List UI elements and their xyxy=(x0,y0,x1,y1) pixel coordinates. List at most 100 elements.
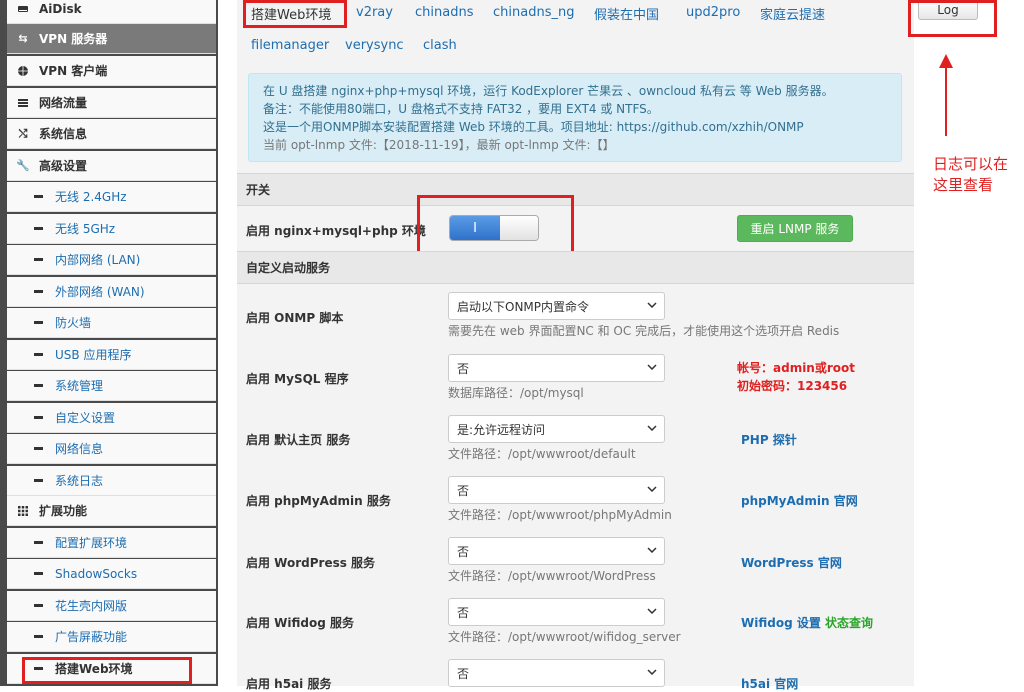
lnmp-toggle[interactable]: I xyxy=(449,215,539,241)
sidebar-item-usb[interactable]: USB 应用程序 xyxy=(7,340,216,370)
tab-verysync[interactable]: verysync xyxy=(345,38,404,53)
sidebar-item-netinfo[interactable]: 网络信息 xyxy=(7,434,216,464)
mysql-password-text: 初始密码：123456 xyxy=(737,379,848,393)
sidebar-item-label: 内部网络 (LAN) xyxy=(55,253,141,267)
sidebar-item-syslog[interactable]: 系统日志 xyxy=(7,466,216,496)
dash-icon xyxy=(34,479,43,482)
log-annotation-line2: 这里查看 xyxy=(933,176,994,194)
restart-lnmp-button[interactable]: 重启 LNMP 服务 xyxy=(737,215,853,242)
sidebar-item-web-env[interactable]: 搭建Web环境 xyxy=(7,654,216,684)
default-home-help: 文件路径：/opt/wwwroot/default xyxy=(448,447,636,461)
tab-home-cloud[interactable]: 家庭云提速 xyxy=(760,4,825,23)
sidebar-item-label: 花生壳内网版 xyxy=(55,599,128,613)
mysql-account-text: 帐号：admin或root xyxy=(737,361,855,375)
dash-icon xyxy=(34,195,43,198)
dash-icon xyxy=(34,353,43,356)
sidebar: AiDisk ⇆ VPN 服务器 VPN 客户端 网络流量 ⤭ 系统信息 🔧 高… xyxy=(0,0,218,686)
main-panel: 搭建Web环境 v2ray chinadns chinadns_ng 假装在中国… xyxy=(237,0,914,691)
dash-icon xyxy=(34,667,43,670)
phpmyadmin-label: 启用 phpMyAdmin 服务 xyxy=(246,494,391,508)
section-custom-header: 自定义启动服务 xyxy=(237,251,914,284)
sidebar-item-wifi-24[interactable]: 无线 2.4GHz xyxy=(7,182,216,212)
sidebar-item-wan[interactable]: 外部网络 (WAN) xyxy=(7,277,216,307)
php-probe-link[interactable]: PHP 探针 xyxy=(741,431,797,448)
sidebar-item-ext-env[interactable]: 配置扩展环境 xyxy=(7,528,216,558)
tab-v2ray[interactable]: v2ray xyxy=(356,5,393,20)
tab-web-env[interactable]: 搭建Web环境 xyxy=(251,4,331,23)
chevron-down-icon xyxy=(646,422,658,434)
sidebar-item-system-info[interactable]: ⤭ 系统信息 xyxy=(7,119,216,149)
sidebar-item-lan[interactable]: 内部网络 (LAN) xyxy=(7,245,216,275)
sidebar-item-label: 配置扩展环境 xyxy=(55,536,128,550)
h5ai-site-link[interactable]: h5ai 官网 xyxy=(741,675,798,692)
sidebar-item-label: 扩展功能 xyxy=(39,504,88,518)
h5ai-label: 启用 h5ai 服务 xyxy=(246,677,332,691)
swap-arrows-icon: ⇆ xyxy=(18,32,28,45)
dash-icon xyxy=(34,321,43,324)
sidebar-item-custom[interactable]: 自定义设置 xyxy=(7,403,216,433)
wordpress-site-link[interactable]: WordPress 官网 xyxy=(741,554,842,571)
sidebar-item-label: 防火墙 xyxy=(55,316,92,330)
sidebar-item-traffic[interactable]: 网络流量 xyxy=(7,88,216,118)
select-value: 否 xyxy=(457,483,470,498)
sidebar-item-admin[interactable]: 系统管理 xyxy=(7,371,216,401)
info-line-project: 这是一个用ONMP脚本安装配置搭建 Web 环境的工具。项目地址: https:… xyxy=(263,120,804,134)
toggle-knob[interactable] xyxy=(500,216,538,240)
log-annotation: 日志可以在 这里查看 xyxy=(933,154,1008,196)
tab-upd2pro[interactable]: upd2pro xyxy=(686,5,740,20)
tab-filemanager[interactable]: filemanager xyxy=(251,38,329,53)
sidebar-item-label: VPN 客户端 xyxy=(39,64,108,78)
tab-clash[interactable]: clash xyxy=(423,38,457,53)
wordpress-label: 启用 WordPress 服务 xyxy=(246,556,376,570)
sidebar-item-vpn-server[interactable]: ⇆ VPN 服务器 xyxy=(7,24,216,54)
mysql-select[interactable]: 否 xyxy=(448,354,665,382)
log-annotation-line1: 日志可以在 xyxy=(933,155,1009,173)
wifidog-settings-link[interactable]: Wifidog 设置 xyxy=(741,616,821,630)
chevron-down-icon xyxy=(646,605,658,617)
tab-chinadns-ng[interactable]: chinadns_ng xyxy=(493,5,574,20)
sidebar-item-extensions[interactable]: 扩展功能 xyxy=(7,496,216,526)
wrench-icon: 🔧 xyxy=(16,159,30,172)
lnmp-enable-label: 启用 nginx+mysql+php 环境 xyxy=(246,224,426,238)
log-button[interactable]: Log xyxy=(918,0,978,20)
dash-icon xyxy=(34,635,43,638)
dash-icon xyxy=(34,290,43,293)
dash-icon xyxy=(34,227,43,230)
sidebar-item-label: 无线 2.4GHz xyxy=(55,190,127,204)
dash-icon xyxy=(34,604,43,607)
sidebar-item-firewall[interactable]: 防火墙 xyxy=(7,308,216,338)
sidebar-item-label: VPN 服务器 xyxy=(39,32,108,46)
sidebar-item-vpn-client[interactable]: VPN 客户端 xyxy=(7,56,216,86)
sidebar-item-label: 网络流量 xyxy=(39,96,88,110)
wifidog-status-link[interactable]: 状态查询 xyxy=(825,616,873,630)
select-value: 否 xyxy=(457,666,470,681)
select-value: 否 xyxy=(457,361,470,376)
phpmyadmin-help: 文件路径：/opt/wwwroot/phpMyAdmin xyxy=(448,508,672,522)
sidebar-item-shadowsocks[interactable]: ShadowSocks xyxy=(7,559,216,589)
tab-pretend-china[interactable]: 假装在中国 xyxy=(594,4,659,23)
dash-icon xyxy=(34,416,43,419)
tab-chinadns[interactable]: chinadns xyxy=(415,5,473,20)
list-icon xyxy=(16,96,30,110)
sidebar-item-aidisk[interactable]: AiDisk xyxy=(7,0,216,24)
sidebar-item-oray[interactable]: 花生壳内网版 xyxy=(7,591,216,621)
phpmyadmin-site-link[interactable]: phpMyAdmin 官网 xyxy=(741,492,858,509)
wifidog-label: 启用 Wifidog 服务 xyxy=(246,616,355,630)
wifidog-select[interactable]: 否 xyxy=(448,598,665,626)
sidebar-item-wifi-5[interactable]: 无线 5GHz xyxy=(7,214,216,244)
default-home-select[interactable]: 是:允许远程访问 xyxy=(448,415,665,443)
h5ai-select[interactable]: 否 xyxy=(448,659,665,687)
sidebar-item-adblock[interactable]: 广告屏蔽功能 xyxy=(7,622,216,652)
onmp-script-select[interactable]: 启动以下ONMP内置命令 xyxy=(448,292,665,320)
sidebar-item-label: 系统日志 xyxy=(55,474,104,488)
wordpress-select[interactable]: 否 xyxy=(448,537,665,565)
sidebar-item-label: 外部网络 (WAN) xyxy=(55,285,145,299)
globe-icon xyxy=(16,64,30,78)
sidebar-item-advanced[interactable]: 🔧 高级设置 xyxy=(7,151,216,181)
sidebar-item-label: USB 应用程序 xyxy=(55,348,132,362)
phpmyadmin-select[interactable]: 否 xyxy=(448,476,665,504)
info-line-version: 当前 opt-lnmp 文件:【2018-11-19】，最新 opt-lnmp … xyxy=(263,138,615,152)
select-value: 否 xyxy=(457,605,470,620)
grid-icon xyxy=(16,504,30,518)
mysql-credentials-note: 帐号：admin或root 初始密码：123456 xyxy=(737,359,855,395)
